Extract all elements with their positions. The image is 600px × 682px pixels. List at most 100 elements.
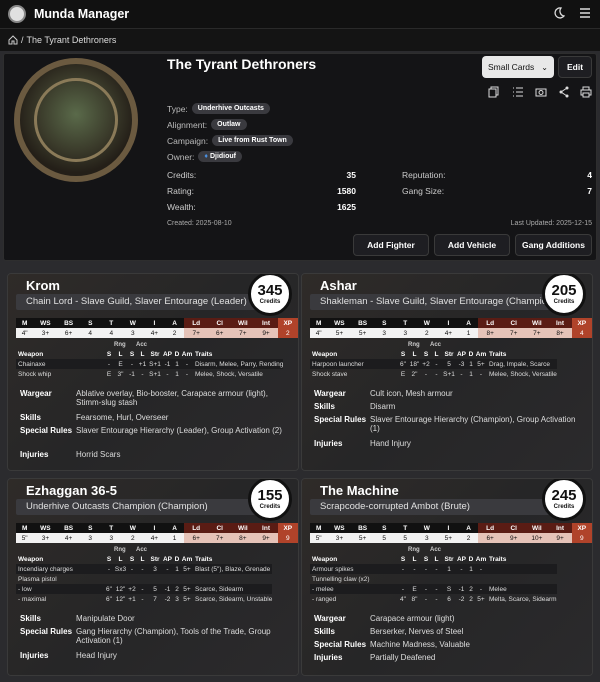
kv-value: Berserker, Nerves of Steel: [370, 627, 464, 636]
print-icon[interactable]: [580, 86, 592, 98]
stat-value: 9+: [548, 533, 572, 543]
weapon-header: Am: [181, 351, 193, 358]
stats-table: M WS BS S T W I A Ld Cl Wil Int XP 4" 3+ 6+ 4 4 3 4+ 2 7+ 6+ 7+…: [16, 318, 298, 338]
cost-label: Credits: [553, 504, 575, 510]
weapon-header: Weapon: [312, 556, 338, 563]
stat-header: Int: [254, 318, 278, 328]
weapon-cell: 5+: [181, 564, 193, 574]
kv-value: Cult icon, Mesh armour: [370, 389, 453, 398]
stat-value: 2: [165, 328, 185, 338]
weapon-header: L: [140, 556, 145, 563]
weapon-cell: -: [421, 584, 431, 594]
stat-value: 3: [121, 328, 144, 338]
range-header: Rng: [114, 342, 126, 348]
copy-icon[interactable]: [488, 86, 500, 98]
reputation-label: Reputation:: [402, 170, 446, 180]
weapon-cell: [137, 574, 148, 584]
fighter-card[interactable]: Ezhaggan 36-5 Underhive Outcasts Champion…: [7, 478, 299, 676]
campaign-badge[interactable]: Live from Rust Town: [212, 135, 293, 146]
fighter-type: Chain Lord - Slave Guild, Slaver Entoura…: [26, 296, 247, 307]
gang-portrait: [14, 58, 138, 182]
weapon-header: Am: [181, 556, 193, 563]
stat-header: BS: [57, 523, 80, 533]
updated-date: Last Updated: 2025-12-15: [510, 220, 592, 227]
view-select[interactable]: Small Cards ⌄: [482, 56, 554, 78]
theme-toggle-icon[interactable]: [552, 6, 566, 20]
stat-header: I: [143, 523, 165, 533]
stat-header: Cl: [502, 523, 526, 533]
fighter-card[interactable]: The Machine Scrapcode-corrupted Ambot (Br…: [301, 478, 593, 676]
weapon-cell: Scarce, Sidearm, Unstable: [195, 595, 273, 603]
stat-header: Int: [548, 318, 572, 328]
weapon-cell: 1: [173, 564, 181, 574]
stat-header: XP: [571, 318, 592, 328]
weapon-header: AP: [162, 556, 173, 563]
kv-label: Wargear: [314, 389, 346, 398]
weapon-cell: [193, 574, 272, 584]
stat-value: 6+: [478, 533, 503, 543]
owner-badge[interactable]: ♦ Djidiouf: [198, 151, 242, 162]
weapon-cell: -2: [164, 595, 171, 603]
stat-value: 8+: [478, 328, 503, 338]
fighter-name[interactable]: Ashar: [320, 278, 357, 293]
stat-header: S: [373, 523, 395, 533]
home-icon[interactable]: [8, 35, 18, 45]
stat-value: 7+: [525, 328, 549, 338]
weapon-header: Weapon: [18, 351, 44, 358]
stat-value: 7+: [502, 328, 526, 338]
weapon-cell: -: [431, 584, 442, 594]
fighter-name[interactable]: The Machine: [320, 483, 399, 498]
fighter-card[interactable]: Krom Chain Lord - Slave Guild, Slaver Ent…: [7, 273, 299, 471]
alignment-badge: Outlaw: [211, 119, 247, 130]
fighter-card[interactable]: Ashar Shakleman - Slave Guild, Slaver Ent…: [301, 273, 593, 471]
stat-header: Int: [548, 523, 572, 533]
menu-icon[interactable]: [578, 6, 592, 20]
weapon-row: - maximal 6" 12" +1- 7 -2 3 5+ Scarce, Sidearm, …: [16, 594, 272, 604]
stats-table: M WS BS S T W I A Ld Cl Wil Int XP 4" 5+ 5+ 3 3 2 4+ 1 8+ 7+ 7+…: [310, 318, 592, 338]
weapon-cell: +2: [127, 584, 137, 594]
kv-value: Head Injury: [76, 651, 117, 660]
app-logo[interactable]: [8, 5, 26, 23]
list-icon[interactable]: [512, 86, 524, 98]
weapon-cell: -3: [456, 359, 467, 369]
share-icon[interactable]: [558, 86, 570, 98]
weapon-cell: -: [460, 370, 463, 378]
stat-header: Cl: [502, 318, 526, 328]
fighter-name[interactable]: Ezhaggan 36-5: [26, 483, 117, 498]
kv-value: Gang Hierarchy (Champion), Tools of the …: [76, 627, 271, 645]
weapon-row: - ranged 4" 8" - -6 -2 2 5+ Melta, Scarce, Sidea…: [310, 594, 557, 604]
weapon-header: Traits: [195, 351, 213, 358]
stat-value: 3: [415, 533, 438, 543]
weapon-cell: -: [127, 359, 137, 369]
add-vehicle-button[interactable]: Add Vehicle: [434, 234, 510, 256]
edit-button[interactable]: Edit: [558, 56, 592, 78]
stat-header: WS: [33, 523, 58, 533]
weapon-cell: Melee: [487, 584, 557, 594]
stat-header: S: [79, 523, 101, 533]
weapon-cell: [408, 574, 421, 584]
weapons-table: Weapon S L S L Str AP D Am Traits Incendiary charg…: [16, 555, 273, 604]
gang-additions-button[interactable]: Gang Additions: [515, 234, 592, 256]
stat-header: A: [165, 318, 185, 328]
weapon-header: D: [468, 351, 474, 358]
weapon-header: Traits: [195, 556, 213, 563]
weapon-row: Shock whip E 3" -1- S+1-1- Melee, Shock, Vers…: [16, 369, 283, 379]
type-label: Type:: [167, 103, 188, 114]
weapon-cell: [398, 574, 408, 584]
stat-header: I: [437, 318, 459, 328]
fighter-name[interactable]: Krom: [26, 278, 60, 293]
app-title[interactable]: Munda Manager: [34, 7, 129, 21]
weapon-cell: E: [408, 584, 421, 594]
weapon-cell: [181, 574, 193, 584]
weapon-row: Plasma pistol: [16, 574, 272, 584]
stat-value: 3+: [33, 533, 58, 543]
weapon-cell: [173, 574, 181, 584]
range-header: Rng: [114, 547, 126, 553]
reputation-value: 4: [587, 170, 592, 180]
add-fighter-button[interactable]: Add Fighter: [353, 234, 429, 256]
stat-value: 2: [415, 328, 438, 338]
fighter-type: Underhive Outcasts Champion (Champion): [26, 501, 208, 512]
stat-value: 7+: [184, 328, 209, 338]
camera-icon[interactable]: [535, 86, 547, 98]
kv-value: Slaver Entourage Hierarchy (Leader), Gro…: [76, 426, 282, 435]
